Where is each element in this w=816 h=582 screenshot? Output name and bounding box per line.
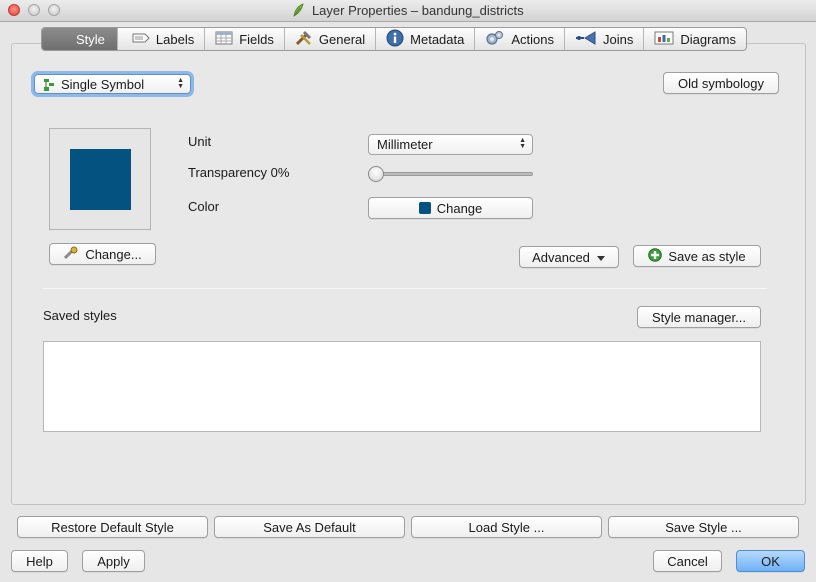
tab-label: Labels: [155, 31, 195, 47]
wrench-icon: [63, 246, 79, 263]
tab-label: Diagrams: [680, 31, 736, 47]
renderer-select[interactable]: Single Symbol ▲ ▼: [34, 74, 191, 94]
labels-icon: [132, 32, 150, 47]
style-manager-button[interactable]: Style manager...: [637, 306, 761, 328]
ok-button[interactable]: OK: [736, 550, 805, 572]
tab-diagrams[interactable]: Diagrams: [644, 28, 746, 50]
tab-style[interactable]: Style: [42, 28, 118, 50]
unit-select[interactable]: Millimeter ▲ ▼: [368, 134, 533, 155]
saved-styles-list[interactable]: [43, 341, 761, 432]
change-symbol-label: Change...: [85, 246, 142, 262]
tab-general[interactable]: General: [285, 28, 377, 50]
save-as-style-label: Save as style: [668, 248, 746, 264]
old-symbology-label: Old symbology: [678, 75, 764, 91]
old-symbology-button[interactable]: Old symbology: [663, 72, 779, 94]
transparency-label: Transparency 0%: [188, 165, 290, 180]
select-arrows-icon: ▲ ▼: [177, 77, 184, 90]
joins-icon: [575, 30, 597, 48]
tab-joins[interactable]: Joins: [565, 28, 645, 50]
cancel-label: Cancel: [667, 553, 708, 569]
metadata-icon: [386, 29, 404, 50]
advanced-label: Advanced: [532, 249, 590, 265]
color-chip: [418, 202, 431, 214]
section-divider: [43, 288, 767, 289]
tab-label: Fields: [239, 31, 274, 47]
restore-default-style-button[interactable]: Restore Default Style: [17, 516, 208, 538]
window-title: Layer Properties – bandung_districts: [0, 3, 816, 18]
renderer-select-value: Single Symbol: [61, 76, 145, 92]
qgis-leaf-icon: [292, 3, 312, 18]
tab-label: General: [318, 31, 366, 47]
select-arrows-icon: ▲ ▼: [519, 137, 526, 150]
color-change-button[interactable]: Change: [368, 197, 533, 219]
unit-select-value: Millimeter: [377, 137, 433, 152]
apply-button[interactable]: Apply: [82, 550, 145, 572]
tab-labels[interactable]: Labels: [118, 28, 206, 50]
cancel-button[interactable]: Cancel: [653, 550, 722, 572]
help-label: Help: [26, 553, 53, 569]
tab-fields[interactable]: Fields: [205, 28, 285, 50]
general-icon: [295, 30, 313, 49]
help-button[interactable]: Help: [11, 550, 68, 572]
tab-actions[interactable]: Actions: [475, 28, 565, 50]
symbol-preview: [49, 128, 151, 230]
restore-default-label: Restore Default Style: [51, 519, 174, 535]
transparency-slider-track[interactable]: [368, 172, 533, 176]
color-change-label: Change: [436, 200, 483, 216]
tab-metadata[interactable]: Metadata: [376, 28, 476, 50]
color-label: Color: [188, 199, 220, 214]
save-as-default-button[interactable]: Save As Default: [214, 516, 405, 538]
saved-styles-label: Saved styles: [43, 308, 117, 323]
unit-label: Unit: [188, 134, 212, 149]
single-symbol-icon: [43, 78, 55, 95]
ok-label: OK: [761, 553, 780, 569]
symbol-swatch: [70, 149, 131, 210]
tab-label: Actions: [511, 31, 554, 47]
tab-label: Metadata: [410, 31, 465, 47]
load-style-label: Load Style ...: [468, 519, 545, 535]
window-title-text: Layer Properties – bandung_districts: [311, 3, 524, 18]
chevron-down-icon: [596, 250, 606, 265]
save-style-button[interactable]: Save Style ...: [608, 516, 799, 538]
advanced-button[interactable]: Advanced: [519, 246, 619, 268]
style-manager-label: Style manager...: [652, 309, 746, 325]
save-style-label: Save Style ...: [665, 519, 742, 535]
tab-bar: Style Labels Fields General Metadata Act…: [41, 27, 747, 51]
transparency-slider-handle[interactable]: [368, 166, 384, 182]
fields-icon: [215, 31, 233, 48]
load-style-button[interactable]: Load Style ...: [411, 516, 602, 538]
change-symbol-button[interactable]: Change...: [49, 243, 156, 265]
save-as-style-button[interactable]: Save as style: [633, 245, 761, 267]
tab-label: Joins: [603, 31, 634, 47]
save-as-default-label: Save As Default: [263, 519, 356, 535]
diagrams-icon: [654, 31, 674, 48]
actions-icon: [485, 30, 505, 49]
style-panel: [11, 43, 806, 505]
window-titlebar: Layer Properties – bandung_districts: [0, 0, 816, 22]
add-icon: [648, 247, 663, 265]
tab-label: Style: [76, 31, 105, 47]
apply-label: Apply: [97, 553, 130, 569]
